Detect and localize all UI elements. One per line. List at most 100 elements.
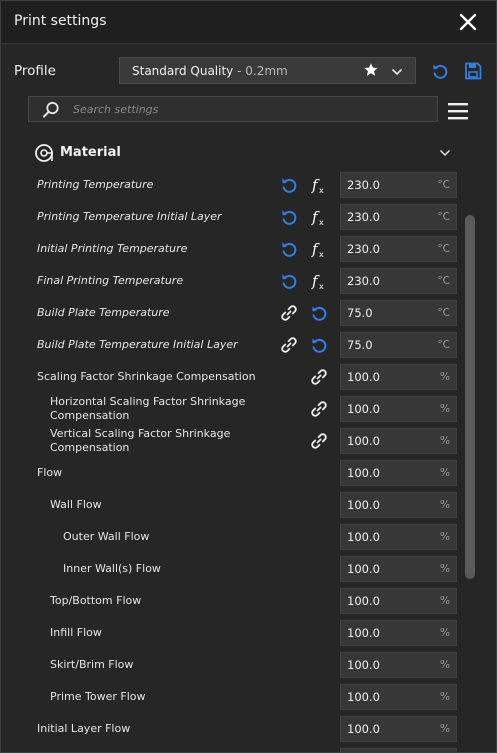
setting-value: 75.0 xyxy=(347,338,373,352)
profile-name: Standard Quality xyxy=(132,64,234,78)
hamburger-menu-icon[interactable] xyxy=(446,100,470,122)
scrollbar-thumb[interactable] xyxy=(465,215,475,579)
setting-label: Scaling Factor Shrinkage Compensation xyxy=(37,370,256,383)
setting-value-field[interactable]: 100.0% xyxy=(340,652,457,678)
title-bar: Print settings xyxy=(1,1,496,44)
link-icon[interactable] xyxy=(309,399,329,419)
setting-unit: % xyxy=(440,435,450,447)
function-icon[interactable]: fx xyxy=(309,207,329,227)
reset-icon[interactable] xyxy=(279,175,299,195)
setting-value: 100.0 xyxy=(347,370,380,384)
setting-value-field[interactable]: 100.0% xyxy=(340,460,457,486)
svg-text:x: x xyxy=(319,282,324,291)
setting-row: Top/Bottom Flow 100.0% xyxy=(1,585,465,617)
link-icon[interactable] xyxy=(279,335,299,355)
setting-value: 100.0 xyxy=(347,626,380,640)
setting-unit: °C xyxy=(437,275,450,287)
setting-value: 100.0 xyxy=(347,594,380,608)
setting-label: Outer Wall Flow xyxy=(63,530,150,543)
print-settings-window: Print settings Profile Standard Quality … xyxy=(0,0,497,753)
setting-label: Build Plate Temperature Initial Layer xyxy=(37,338,238,351)
setting-label: Top/Bottom Flow xyxy=(50,594,142,607)
setting-value-field[interactable]: 100.0% xyxy=(340,588,457,614)
setting-label: Flow xyxy=(37,466,63,479)
setting-value: 100.0 xyxy=(347,402,380,416)
setting-unit: % xyxy=(440,659,450,671)
setting-row: Build Plate Temperature 75.0 °C xyxy=(1,297,465,329)
setting-unit: % xyxy=(440,691,450,703)
link-icon[interactable] xyxy=(309,367,329,387)
star-icon[interactable] xyxy=(363,62,379,78)
setting-unit: °C xyxy=(437,339,450,351)
setting-value-field[interactable]: 100.0% xyxy=(340,396,457,422)
setting-value-field[interactable] xyxy=(340,748,457,752)
setting-value: 100.0 xyxy=(347,562,380,576)
reset-icon[interactable] xyxy=(279,239,299,259)
setting-value-field[interactable]: 100.0% xyxy=(340,492,457,518)
function-icon[interactable]: fx xyxy=(309,271,329,291)
setting-unit: % xyxy=(440,627,450,639)
setting-label: Initial Printing Temperature xyxy=(37,242,188,255)
setting-value-field[interactable]: 100.0% xyxy=(340,524,457,550)
setting-value-field[interactable]: 100.0% xyxy=(340,716,457,742)
reset-icon[interactable] xyxy=(279,271,299,291)
profile-label: Profile xyxy=(14,63,56,79)
setting-value: 100.0 xyxy=(347,722,380,736)
setting-value-field[interactable]: 100.0% xyxy=(340,364,457,390)
setting-value: 100.0 xyxy=(347,530,380,544)
setting-value-field[interactable]: 230.0 °C xyxy=(340,204,457,230)
link-icon[interactable] xyxy=(309,431,329,451)
setting-row: Build Plate Temperature Initial Layer 75.… xyxy=(1,329,465,361)
profile-dropdown[interactable]: Standard Quality - 0.2mm xyxy=(119,57,416,84)
setting-row: Outer Wall Flow 100.0% xyxy=(1,521,465,553)
setting-value-field[interactable]: 100.0% xyxy=(340,684,457,710)
setting-value-field[interactable]: 75.0 °C xyxy=(340,300,457,326)
reset-icon[interactable] xyxy=(430,61,450,81)
search-bar xyxy=(28,96,438,122)
close-icon[interactable] xyxy=(453,7,483,37)
setting-row xyxy=(1,745,465,752)
setting-unit: % xyxy=(440,467,450,479)
profile-layer-height: - 0.2mm xyxy=(233,64,288,78)
window-title: Print settings xyxy=(14,13,107,29)
setting-row: Skirt/Brim Flow 100.0% xyxy=(1,649,465,681)
setting-value-field[interactable]: 230.0 °C xyxy=(340,172,457,198)
reset-icon[interactable] xyxy=(279,207,299,227)
function-icon[interactable]: fx xyxy=(309,239,329,259)
setting-unit: °C xyxy=(437,307,450,319)
setting-value-field[interactable]: 230.0 °C xyxy=(340,236,457,262)
chevron-down-icon[interactable] xyxy=(390,64,404,78)
setting-unit: °C xyxy=(437,211,450,223)
setting-unit: % xyxy=(440,499,450,511)
setting-label: Printing Temperature xyxy=(37,178,154,191)
search-input[interactable] xyxy=(73,100,423,118)
save-icon[interactable] xyxy=(463,61,483,81)
setting-value-field[interactable]: 75.0 °C xyxy=(340,332,457,358)
function-icon[interactable]: fx xyxy=(309,175,329,195)
setting-value-field[interactable]: 100.0% xyxy=(340,620,457,646)
setting-label: Skirt/Brim Flow xyxy=(50,658,134,671)
reset-icon[interactable] xyxy=(309,335,329,355)
setting-row: Scaling Factor Shrinkage Compensation 100… xyxy=(1,361,465,393)
svg-text:x: x xyxy=(319,250,324,259)
setting-label: Vertical Scaling Factor Shrinkage Compen… xyxy=(50,427,231,454)
chevron-down-icon[interactable] xyxy=(438,145,452,159)
setting-row: Infill Flow 100.0% xyxy=(1,617,465,649)
setting-unit: °C xyxy=(437,243,450,255)
material-section-header[interactable]: Material xyxy=(34,141,454,165)
section-title: Material xyxy=(60,145,121,160)
setting-label: Printing Temperature Initial Layer xyxy=(37,210,222,223)
setting-row: Printing Temperature f x 230.0 °C xyxy=(1,169,465,201)
search-icon xyxy=(41,100,61,120)
reset-icon[interactable] xyxy=(309,303,329,323)
setting-label: Prime Tower Flow xyxy=(50,690,146,703)
spool-icon xyxy=(34,143,54,163)
setting-value-field[interactable]: 100.0% xyxy=(340,556,457,582)
link-icon[interactable] xyxy=(279,303,299,323)
setting-label xyxy=(37,745,291,752)
setting-row: Initial Printing Temperature f x 230.0 °C xyxy=(1,233,465,265)
setting-value-field[interactable]: 230.0 °C xyxy=(340,268,457,294)
setting-unit: % xyxy=(440,723,450,735)
setting-label: Final Printing Temperature xyxy=(37,274,184,287)
setting-value-field[interactable]: 100.0% xyxy=(340,428,457,454)
